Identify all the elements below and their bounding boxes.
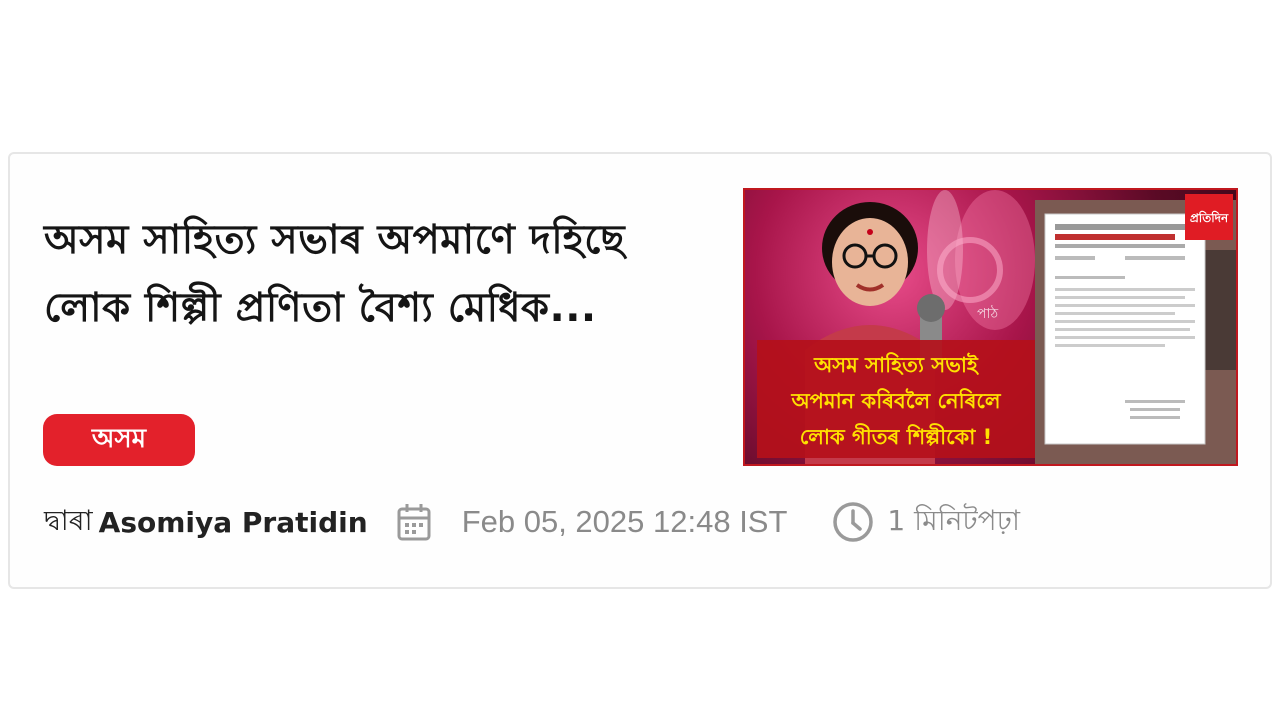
thumbnail-caption-line-1: অসম সাহিত্য সভাই <box>813 352 980 377</box>
publisher-logo: প্ৰতিদিন <box>1190 210 1229 225</box>
article-headline[interactable]: অসম সাহিত্য সভাৰ অপমাণে দহিছে লোক শিল্পী… <box>44 206 684 342</box>
thumbnail-artwork: পাঠ প্ৰতিদিন অসম সাহিত্য সভাই অপমান কৰিব… <box>757 190 1236 464</box>
calendar-icon <box>397 504 431 541</box>
publish-date: Feb 05, 2025 12:48 IST <box>461 504 788 539</box>
document-image <box>1044 213 1206 445</box>
byline-prefix: দ্বাৰা <box>44 503 93 537</box>
article-thumbnail[interactable]: পাঠ প্ৰতিদিন অসম সাহিত্য সভাই অপমান কৰিব… <box>743 188 1238 466</box>
clock-icon <box>833 502 874 542</box>
article-card[interactable]: অসম সাহিত্য সভাৰ অপমাণে দহিছে লোক শিল্পী… <box>8 152 1272 589</box>
author-link[interactable]: Asomiya Pratidin <box>99 506 368 539</box>
category-badge[interactable]: অসম <box>43 414 195 466</box>
article-meta: দ্বাৰা Asomiya Pratidin Feb 05, 2025 12:… <box>44 492 1244 552</box>
thumbnail-caption-line-2: অপমান কৰিবলৈ নেৰিলে <box>790 388 1001 413</box>
thumbnail-caption-line-3: লোক গীতৰ শিল্পীকো ! <box>800 423 992 449</box>
read-time: 1 মিনিটপঢ়া <box>887 503 1021 537</box>
thumbnail-watermark: পাঠ <box>977 305 999 322</box>
